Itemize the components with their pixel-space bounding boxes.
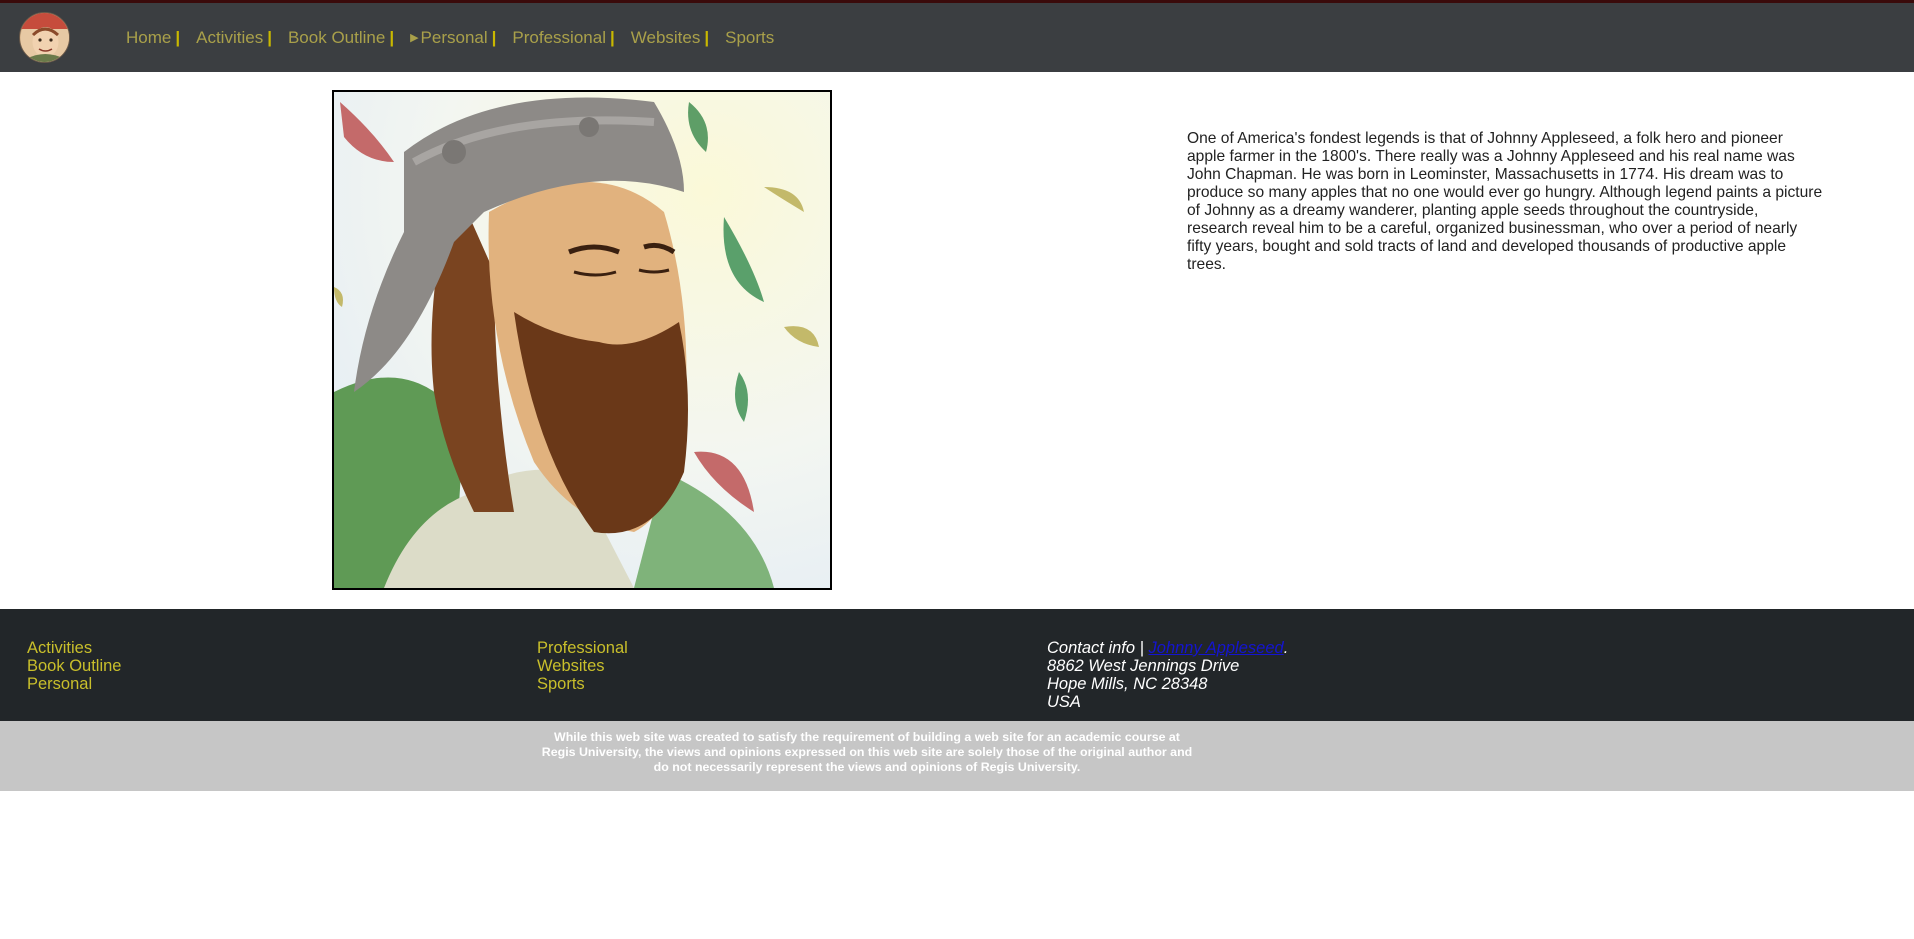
footer-book-outline-link[interactable]: Book Outline (27, 657, 121, 675)
footer-websites-link[interactable]: Websites (537, 657, 628, 675)
address-country: USA (1047, 693, 1081, 711)
footer-sports-link[interactable]: Sports (537, 675, 628, 693)
nav-websites-link[interactable]: Websites (631, 28, 701, 48)
contact-info: Contact info | Johnny Appleseed. 8862 We… (1047, 639, 1288, 711)
nav-sports-link[interactable]: Sports (725, 28, 774, 48)
nav-home-link[interactable]: Home (126, 28, 171, 48)
footer: Activities Book Outline Personal Profess… (0, 609, 1914, 721)
submenu-arrow-icon: ▶ (410, 31, 419, 44)
footer-activities-link[interactable]: Activities (27, 639, 121, 657)
footer-links-column-1: Activities Book Outline Personal (27, 639, 121, 693)
main-nav: Home | Activities | Book Outline | ▶ Per… (126, 25, 774, 51)
nav-book-outline-link[interactable]: Book Outline (288, 28, 385, 48)
footer-personal-link[interactable]: Personal (27, 675, 121, 693)
footer-professional-link[interactable]: Professional (537, 639, 628, 657)
site-logo-avatar[interactable] (19, 12, 70, 63)
nav-separator: | (175, 28, 181, 47)
top-nav-bar: Home | Activities | Book Outline | ▶ Per… (0, 0, 1914, 72)
nav-professional-link[interactable]: Professional (512, 28, 606, 48)
contact-trailing-period: . (1283, 639, 1289, 657)
portrait-illustration-icon (334, 92, 830, 588)
contact-line: Contact info | Johnny Appleseed. (1047, 639, 1288, 657)
address-line-2: Hope Mills, NC 28348 (1047, 675, 1208, 693)
disclaimer-text: While this web site was created to satis… (541, 730, 1193, 774)
nav-separator: | (609, 28, 615, 47)
nav-separator: | (491, 28, 497, 47)
address-line-1: 8862 West Jennings Drive (1047, 657, 1240, 675)
disclaimer-bar: While this web site was created to satis… (0, 721, 1914, 791)
nav-activities-link[interactable]: Activities (196, 28, 263, 48)
contact-name-link[interactable]: Johnny Appleseed (1149, 639, 1284, 657)
nav-personal-link[interactable]: Personal (421, 28, 488, 48)
intro-paragraph: One of America's fondest legends is that… (1187, 129, 1823, 273)
footer-links-column-2: Professional Websites Sports (537, 639, 628, 693)
nav-separator: | (389, 28, 395, 47)
contact-label: Contact info | (1047, 639, 1144, 657)
nav-separator: | (704, 28, 710, 47)
nav-separator: | (267, 28, 272, 47)
hero-portrait-image (332, 90, 832, 590)
